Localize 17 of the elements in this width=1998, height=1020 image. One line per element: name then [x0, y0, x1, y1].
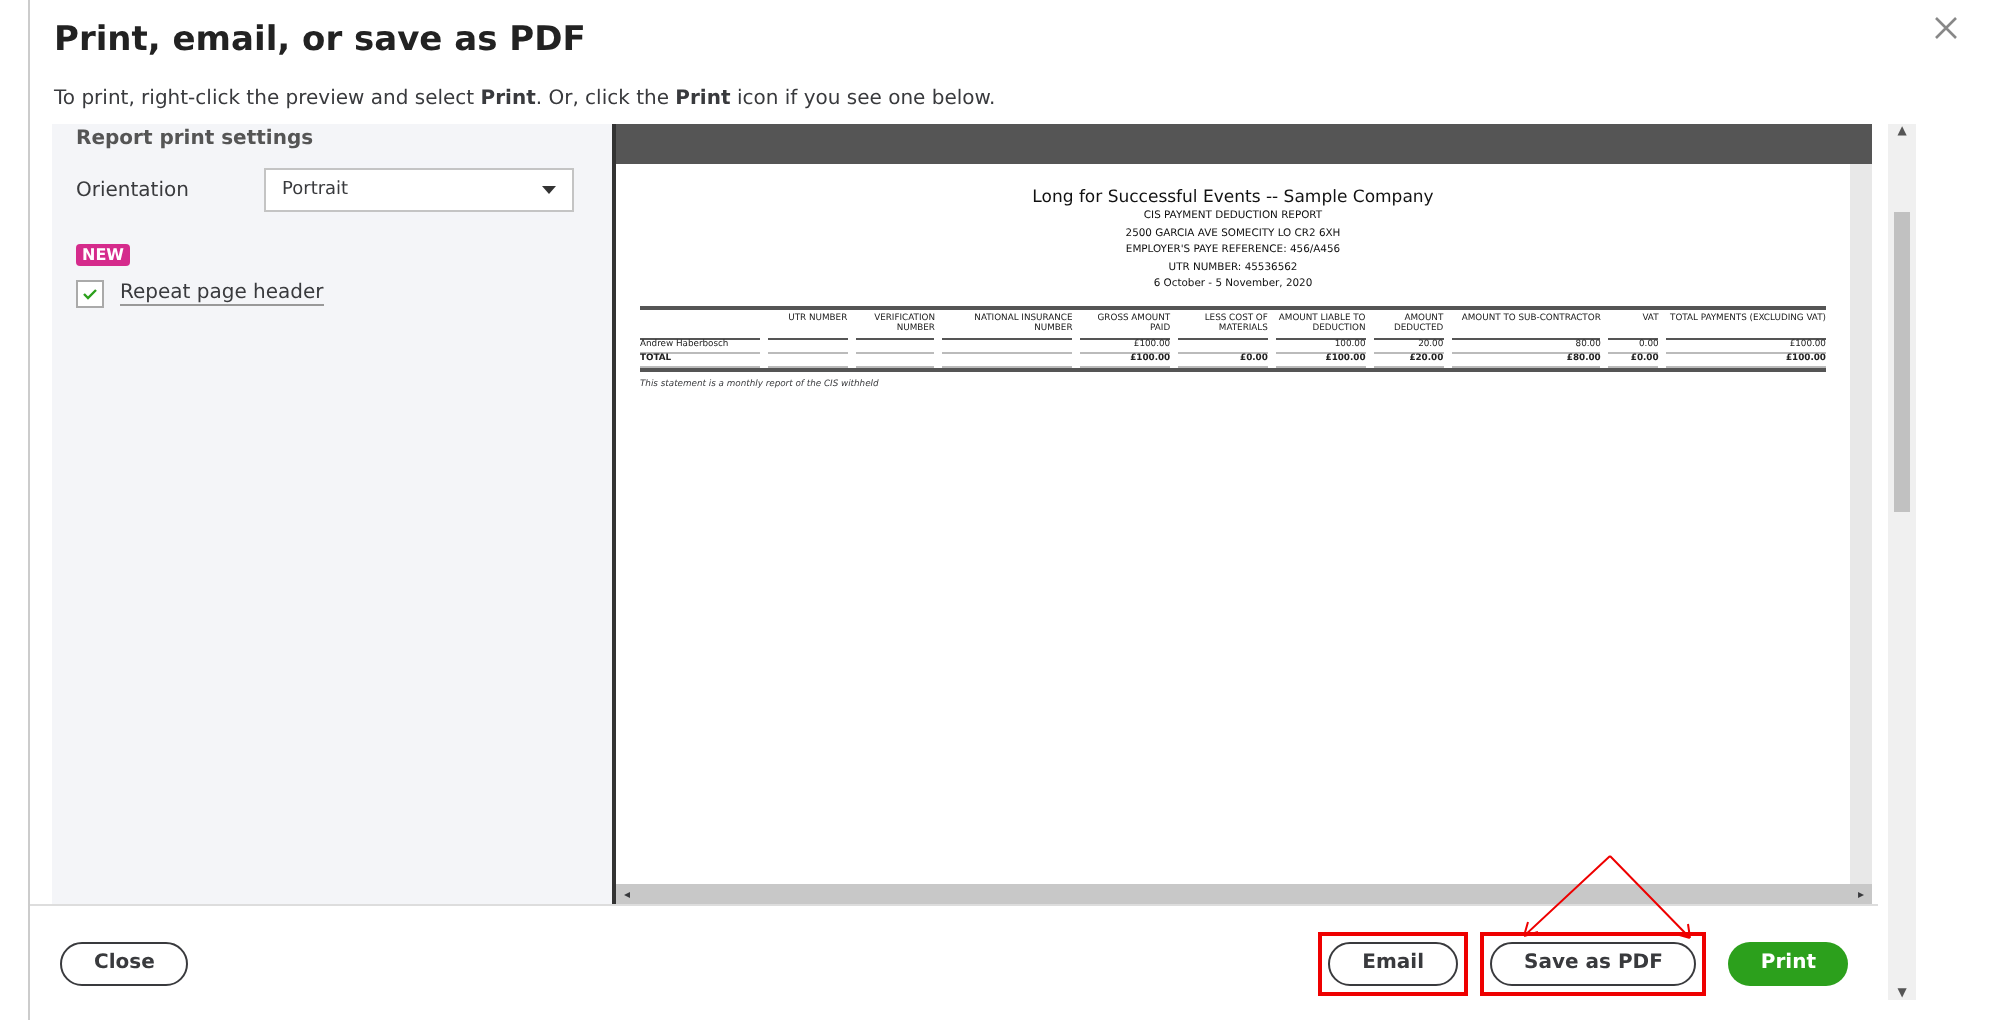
settings-heading: Report print settings — [76, 128, 316, 152]
orientation-dropdown[interactable]: Portrait — [264, 168, 574, 212]
checkbox[interactable] — [76, 280, 104, 308]
instructions-text: To print, right-click the preview and select Print. Or, click the Print icon if you see one below. — [54, 88, 998, 110]
checkmark-icon — [82, 288, 98, 300]
dialog-title: Print, email, or save as PDF — [54, 20, 586, 60]
close-button[interactable]: Close — [60, 941, 189, 985]
new-badge: NEW — [76, 244, 130, 266]
repeat-header-label[interactable]: Repeat page header — [120, 282, 324, 306]
email-button[interactable]: Email — [1328, 941, 1459, 985]
save-pdf-button[interactable]: Save as PDF — [1490, 941, 1697, 985]
caret-icon — [542, 186, 556, 194]
scrollbar-thumb[interactable] — [1894, 212, 1910, 512]
report-title: Long for Successful Events -- Sample Company — [1030, 188, 1436, 208]
orientation-label: Orientation — [76, 179, 191, 201]
print-button[interactable]: Print — [1728, 941, 1848, 985]
close-icon[interactable] — [1934, 16, 1958, 40]
